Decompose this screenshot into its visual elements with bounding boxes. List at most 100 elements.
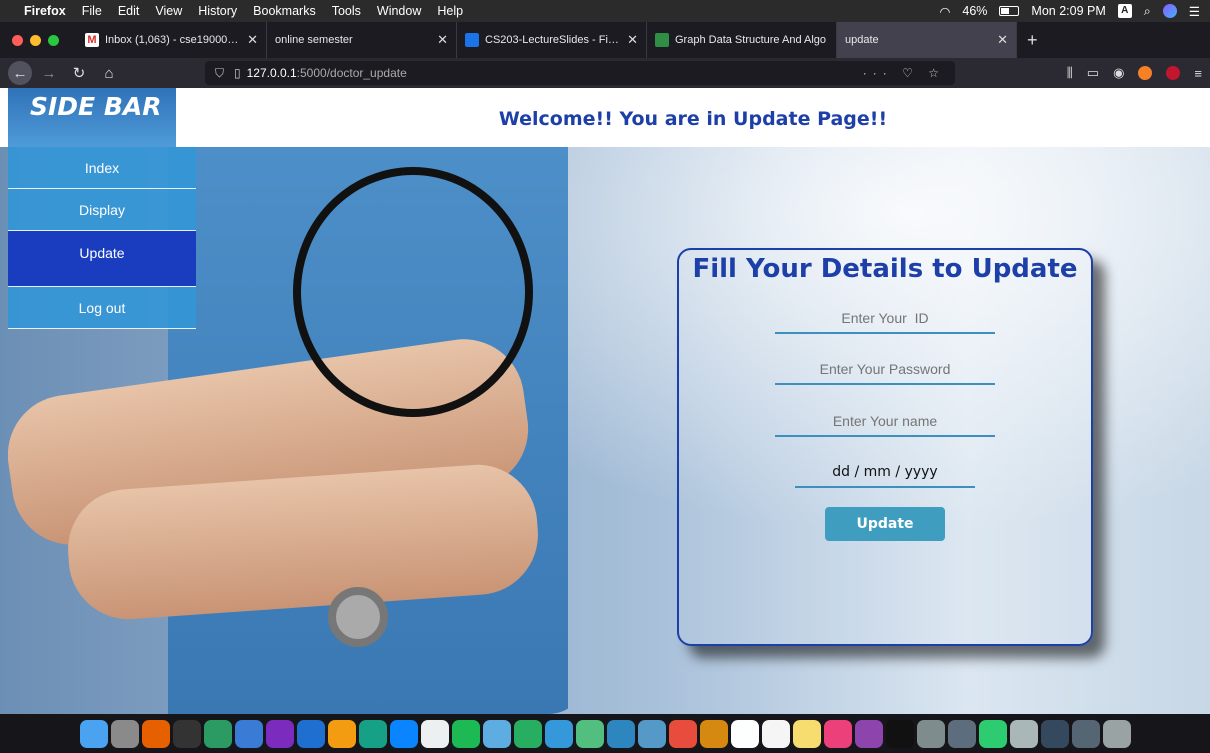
- reload-icon[interactable]: ↻: [66, 61, 92, 85]
- music-icon[interactable]: [823, 719, 852, 748]
- forward-icon[interactable]: →: [36, 61, 62, 85]
- wifi-icon[interactable]: ◠: [939, 4, 950, 19]
- app-icon[interactable]: [1009, 719, 1038, 748]
- close-icon[interactable]: ✕: [997, 32, 1008, 48]
- tab-label: Inbox (1,063) - cse190001041: [105, 34, 242, 46]
- document-icon[interactable]: [420, 719, 449, 748]
- sidebar-item-update[interactable]: Update: [8, 231, 196, 287]
- menu-window[interactable]: Window: [377, 4, 421, 18]
- app-icon[interactable]: [1040, 719, 1069, 748]
- menu-file[interactable]: File: [82, 4, 102, 18]
- input-source-icon[interactable]: A: [1117, 4, 1132, 18]
- app-icon[interactable]: [637, 719, 666, 748]
- extension-icon[interactable]: [1138, 66, 1153, 80]
- app-icon[interactable]: [978, 719, 1007, 748]
- new-tab-icon[interactable]: +: [1017, 30, 1048, 51]
- photos-icon[interactable]: [668, 719, 697, 748]
- finder-icon[interactable]: [79, 719, 108, 748]
- tab-cs203[interactable]: CS203-LectureSlides - Files - ✕: [457, 22, 647, 58]
- calendar-icon[interactable]: [730, 719, 759, 748]
- app-store-icon[interactable]: [389, 719, 418, 748]
- app-icon[interactable]: [358, 719, 387, 748]
- tab-graph-data-structure[interactable]: Graph Data Structure And Algo: [647, 22, 837, 58]
- url-path: :5000/doctor_update: [296, 66, 407, 80]
- launchpad-icon[interactable]: [110, 719, 139, 748]
- app-icon[interactable]: [947, 719, 976, 748]
- sidebar-item-index[interactable]: Index: [8, 147, 196, 189]
- siri-icon[interactable]: [1162, 4, 1177, 18]
- ublock-icon[interactable]: [1166, 66, 1181, 80]
- close-icon[interactable]: ✕: [627, 32, 638, 48]
- menu-icon[interactable]: ≡: [1194, 66, 1202, 81]
- shield-icon[interactable]: ⛉: [215, 66, 224, 81]
- minimize-window-icon[interactable]: [30, 34, 41, 46]
- menu-edit[interactable]: Edit: [118, 4, 140, 18]
- tab-online-semester[interactable]: online semester ✕: [267, 22, 457, 58]
- url-bar[interactable]: ⛉ ▯ 127.0.0.1 :5000/doctor_update ··· ♡ …: [205, 61, 955, 85]
- facetime-icon[interactable]: [513, 719, 542, 748]
- trash-icon[interactable]: [1102, 719, 1131, 748]
- menubar-status-area: ◠ 46% Mon 2:09 PM A ⌕ ☰: [939, 4, 1200, 19]
- atom-icon[interactable]: [203, 719, 232, 748]
- url-host: 127.0.0.1: [246, 66, 297, 80]
- battery-icon[interactable]: [999, 6, 1020, 16]
- zoom-window-icon[interactable]: [48, 34, 59, 46]
- welcome-heading: Welcome!! You are in Update Page!!: [498, 108, 888, 130]
- menu-view[interactable]: View: [155, 4, 182, 18]
- sidebar-item-display[interactable]: Display: [8, 189, 196, 231]
- firefox-icon[interactable]: [141, 719, 170, 748]
- macos-dock: [0, 714, 1210, 753]
- app-icon[interactable]: [265, 719, 294, 748]
- menu-app-name[interactable]: Firefox: [24, 4, 66, 18]
- form-title: Fill Your Details to Update: [692, 254, 1078, 284]
- password-input[interactable]: [775, 355, 995, 385]
- spotlight-icon[interactable]: ⌕: [1144, 4, 1151, 19]
- control-center-icon[interactable]: ☰: [1189, 4, 1200, 19]
- app-icon[interactable]: [606, 719, 635, 748]
- back-icon[interactable]: ←: [8, 61, 32, 85]
- tab-update[interactable]: update ✕: [837, 22, 1017, 58]
- home-icon[interactable]: ⌂: [96, 61, 122, 85]
- app-icon[interactable]: [296, 719, 325, 748]
- app-icon[interactable]: [575, 719, 604, 748]
- account-icon[interactable]: ◉: [1113, 65, 1124, 81]
- menu-tools[interactable]: Tools: [332, 4, 361, 18]
- notes-icon[interactable]: [792, 719, 821, 748]
- tab-gmail[interactable]: M Inbox (1,063) - cse190001041 ✕: [77, 22, 267, 58]
- more-actions-icon[interactable]: ···: [863, 66, 893, 80]
- reminders-icon[interactable]: [761, 719, 790, 748]
- tab-label: online semester: [275, 34, 353, 46]
- close-window-icon[interactable]: [12, 34, 23, 46]
- bookmark-star-icon[interactable]: ☆: [928, 66, 945, 80]
- close-icon[interactable]: ✕: [437, 32, 448, 48]
- terminal-icon[interactable]: [172, 719, 201, 748]
- vscode-icon[interactable]: [234, 719, 263, 748]
- app-icon[interactable]: [699, 719, 728, 748]
- tab-label: Graph Data Structure And Algo: [675, 34, 827, 46]
- vlc-icon[interactable]: [327, 719, 356, 748]
- page-actions: ··· ♡ ☆: [863, 66, 945, 80]
- sidebar-item-logout[interactable]: Log out: [8, 287, 196, 329]
- date-input[interactable]: dd / mm / yyyy: [795, 456, 975, 488]
- menu-history[interactable]: History: [198, 4, 237, 18]
- tv-icon[interactable]: [885, 719, 914, 748]
- macos-menu-bar: Firefox File Edit View History Bookmarks…: [0, 0, 1210, 22]
- spotify-icon[interactable]: [451, 719, 480, 748]
- sidebar-title: SIDE BAR: [8, 88, 176, 147]
- messages-icon[interactable]: [544, 719, 573, 748]
- podcasts-icon[interactable]: [854, 719, 883, 748]
- preview-icon[interactable]: [482, 719, 511, 748]
- update-button[interactable]: Update: [825, 507, 945, 541]
- close-icon[interactable]: ✕: [247, 32, 258, 48]
- name-input[interactable]: [775, 407, 995, 437]
- app-icon[interactable]: [1071, 719, 1100, 748]
- sidebar-toggle-icon[interactable]: ▭: [1087, 65, 1099, 81]
- id-input[interactable]: [775, 304, 995, 334]
- window-controls: [0, 34, 77, 46]
- menu-help[interactable]: Help: [437, 4, 463, 18]
- system-preferences-icon[interactable]: [916, 719, 945, 748]
- library-icon[interactable]: ⫼: [1067, 65, 1073, 81]
- pocket-icon[interactable]: ♡: [902, 66, 919, 80]
- clock[interactable]: Mon 2:09 PM: [1031, 4, 1105, 18]
- menu-bookmarks[interactable]: Bookmarks: [253, 4, 316, 18]
